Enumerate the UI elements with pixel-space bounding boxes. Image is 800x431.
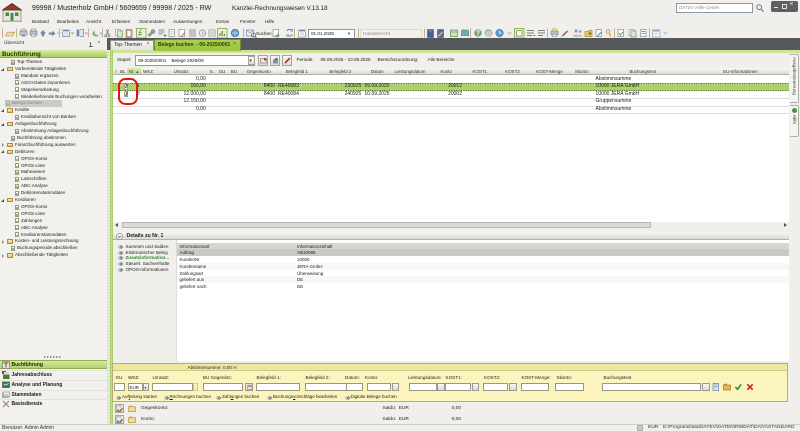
svg-text:@: @ — [486, 31, 492, 37]
